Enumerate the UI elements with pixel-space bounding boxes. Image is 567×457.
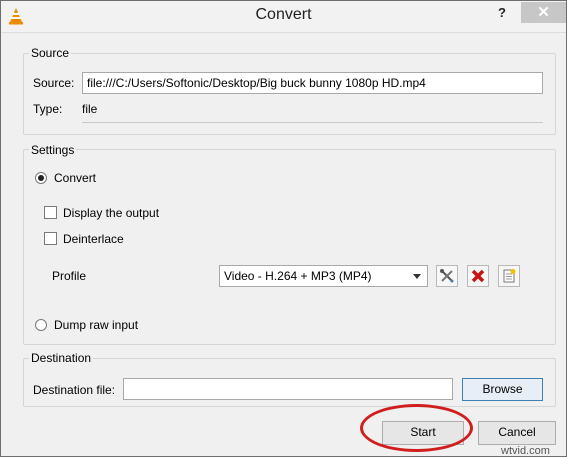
new-document-icon [503,269,516,283]
dump-raw-label[interactable]: Dump raw input [54,318,138,332]
chevron-down-icon [413,274,421,279]
type-label: Type: [33,102,63,116]
window-title: Convert [255,6,312,23]
delete-profile-button[interactable] [467,265,489,287]
help-button[interactable]: ? [494,5,510,23]
display-output-checkbox[interactable] [44,206,57,219]
red-x-icon [471,269,485,283]
watermark: wtvid.com [501,445,550,457]
type-value: file [82,102,98,116]
destination-group-title: Destination [29,351,94,365]
edit-profile-button[interactable] [436,265,458,287]
new-profile-button[interactable] [498,265,520,287]
title-bar: Convert ? ✕ [1,1,566,33]
destination-file-field[interactable] [123,378,453,400]
dump-raw-radio[interactable] [35,319,47,331]
close-button[interactable]: ✕ [521,2,566,23]
settings-group [23,149,556,345]
deinterlace-checkbox[interactable] [44,232,57,245]
settings-group-title: Settings [29,143,77,157]
profile-select[interactable]: Video - H.264 + MP3 (MP4) [219,265,428,287]
convert-radio-label[interactable]: Convert [54,171,96,185]
destination-file-label: Destination file: [33,383,116,397]
cancel-button[interactable]: Cancel [478,421,556,445]
convert-radio[interactable] [35,172,47,184]
profile-label: Profile [52,269,87,283]
source-label: Source: [33,76,75,90]
profile-select-value: Video - H.264 + MP3 (MP4) [224,269,372,283]
source-path-field[interactable]: file:///C:/Users/Softonic/Desktop/Big bu… [82,72,543,94]
start-highlight-ring [360,404,473,452]
convert-dialog: Convert ? ✕ Source Source: file:///C:/Us… [0,0,567,457]
source-separator [82,122,543,123]
display-output-label[interactable]: Display the output [63,206,159,220]
browse-button[interactable]: Browse [462,378,543,401]
source-group-title: Source [29,46,72,60]
deinterlace-label[interactable]: Deinterlace [63,232,124,246]
tools-icon [440,269,454,283]
